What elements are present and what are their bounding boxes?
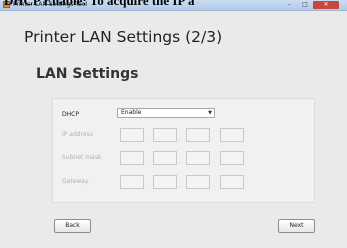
subnet-mask-octet-2[interactable] xyxy=(153,151,177,165)
page-title: Printer LAN Settings (2/3) xyxy=(24,28,223,46)
gateway-dot-2: . xyxy=(179,182,181,189)
gateway-dot-1: . xyxy=(146,182,148,189)
ip-address-octet-1[interactable] xyxy=(120,128,144,142)
gateway-octet-1[interactable] xyxy=(120,175,144,189)
ip-dot-1: . xyxy=(146,135,148,142)
dhcp-select-value: Enable xyxy=(121,109,142,116)
ip-dot-2: . xyxy=(179,135,181,142)
gateway-octet-3[interactable] xyxy=(186,175,210,189)
ip-address-octet-4[interactable] xyxy=(220,128,244,142)
subnet-mask-label: Subnet mask xyxy=(62,154,102,161)
ip-address-octet-3[interactable] xyxy=(186,128,210,142)
subnet-dot-1: . xyxy=(146,158,148,165)
chevron-down-icon: ▼ xyxy=(208,110,212,116)
ip-dot-3: . xyxy=(212,135,214,142)
back-button[interactable]: Back xyxy=(54,219,91,233)
next-button[interactable]: Next xyxy=(278,219,315,233)
gateway-octet-2[interactable] xyxy=(153,175,177,189)
ip-address-octet-2[interactable] xyxy=(153,128,177,142)
gateway-dot-3: . xyxy=(212,182,214,189)
subnet-dot-2: . xyxy=(179,158,181,165)
ip-address-label: IP address xyxy=(62,131,93,138)
dhcp-select[interactable]: Enable ▼ xyxy=(117,108,215,118)
subnet-mask-octet-1[interactable] xyxy=(120,151,144,165)
section-title: LAN Settings xyxy=(36,66,139,82)
subnet-mask-octet-4[interactable] xyxy=(220,151,244,165)
document-heading: DHCP Enable: To acquire the IP a xyxy=(4,0,195,8)
gateway-label: Gateway xyxy=(62,178,89,185)
subnet-dot-3: . xyxy=(212,158,214,165)
dhcp-label: DHCP xyxy=(62,111,79,118)
app-window: Printer LAN Settings Tool – □ ✕ Printer … xyxy=(0,0,347,248)
subnet-mask-octet-3[interactable] xyxy=(186,151,210,165)
gateway-octet-4[interactable] xyxy=(220,175,244,189)
